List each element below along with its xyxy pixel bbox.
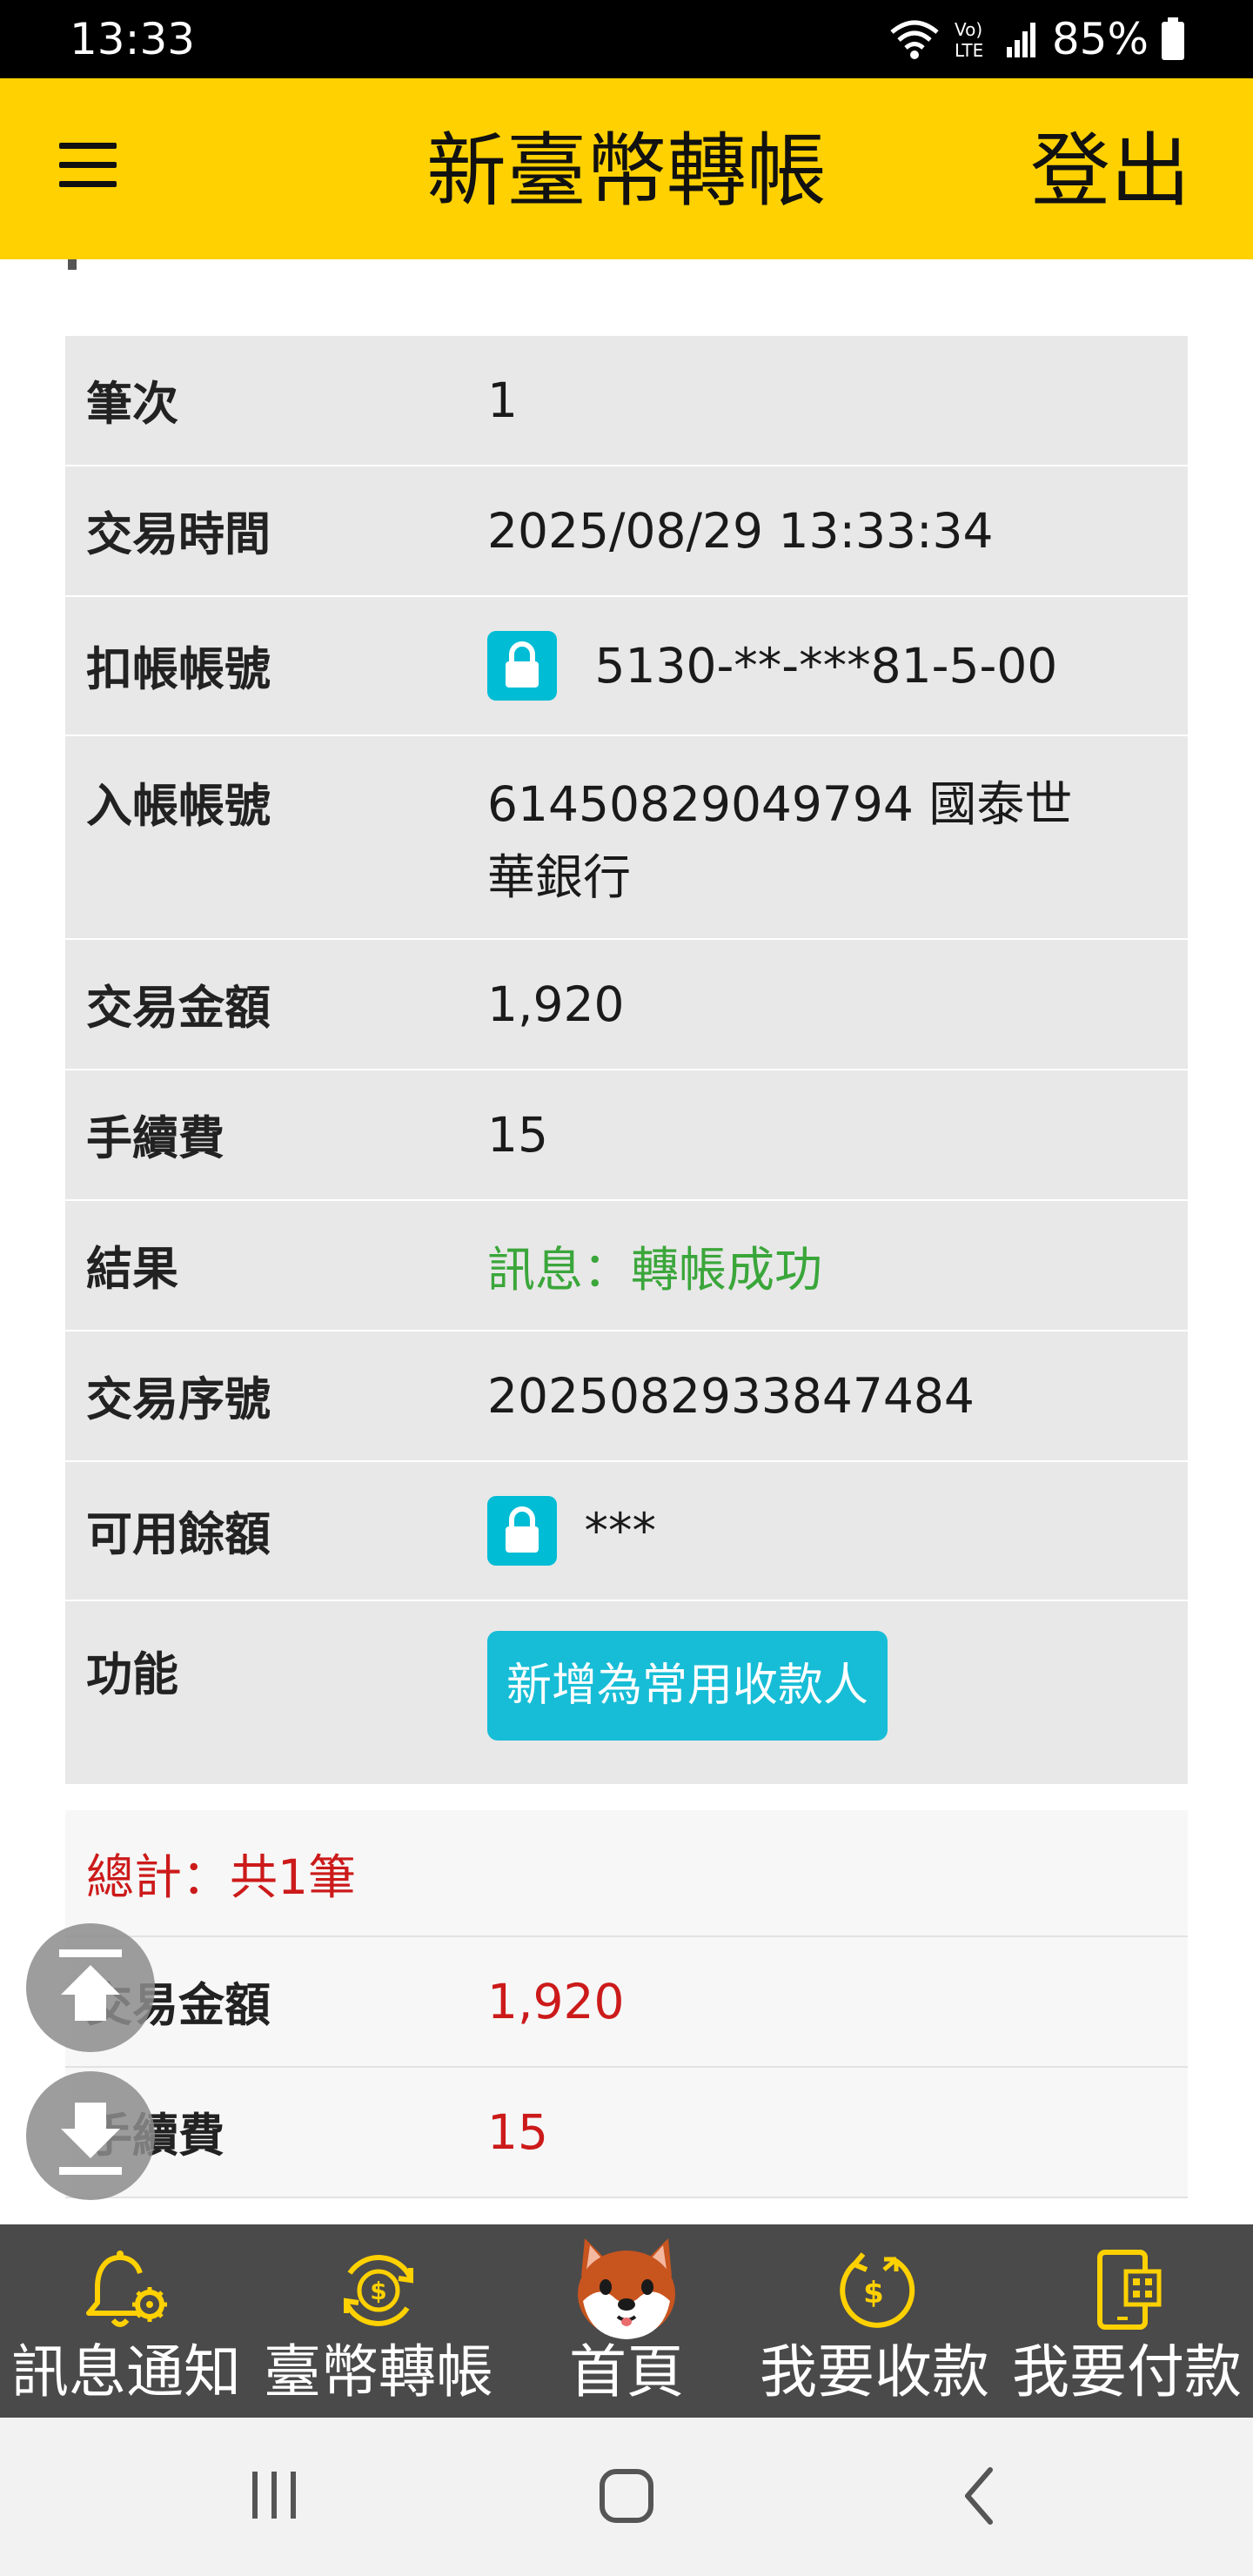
nav-item-twd-transfer[interactable]: $ 臺幣轉帳	[252, 2224, 505, 2418]
table-row: 入帳帳號 61450829049794 國泰世 華銀行	[65, 736, 1188, 940]
table-row: 交易金額 1,920	[65, 940, 1188, 1070]
nav-label: 我要收款	[760, 2338, 989, 2405]
row-value: 15	[487, 1107, 548, 1163]
coin-transfer-icon: $	[344, 2255, 413, 2326]
table-row: 手續費 15	[65, 2068, 1188, 2198]
row-label: 交易序號	[86, 1373, 271, 1426]
table-row: 手續費 15	[65, 1070, 1188, 1201]
add-frequent-payee-button[interactable]: 新增為常用收款人	[487, 1631, 888, 1741]
nav-label: 訊息通知	[11, 2338, 241, 2405]
nav-label: 我要付款	[1012, 2338, 1242, 2405]
lock-icon[interactable]	[487, 1496, 557, 1566]
back-chevron-icon	[965, 2467, 993, 2525]
nav-item-receive-money[interactable]: $ 我要收款	[748, 2224, 1001, 2418]
row-label: 交易時間	[86, 508, 271, 561]
row-value: 1,920	[487, 976, 625, 1032]
row-label: 扣帳帳號	[86, 643, 271, 696]
svg-text:$: $	[370, 2277, 386, 2305]
credit-account-line1: 61450829049794 國泰世	[487, 776, 1073, 832]
home-square-icon	[600, 2469, 653, 2523]
nav-item-home[interactable]: 首頁	[505, 2224, 748, 2418]
total-amount: 1,920	[487, 1974, 625, 2029]
receive-money-icon: $	[840, 2252, 915, 2328]
row-label: 功能	[86, 1648, 178, 1701]
nav-item-notifications[interactable]: 訊息通知	[0, 2224, 252, 2418]
row-value: 5130-**-***81-5-00	[487, 631, 1188, 701]
battery-percent: 85%	[1051, 14, 1149, 64]
table-row: 結果 訊息：轉帳成功	[65, 1201, 1188, 1332]
credit-account-line2: 華銀行	[487, 849, 632, 905]
row-label: 手續費	[86, 1112, 224, 1165]
shiba-dog-icon	[578, 2238, 675, 2339]
table-row: 扣帳帳號 5130-**-***81-5-00	[65, 597, 1188, 736]
home-button[interactable]	[574, 2418, 679, 2576]
bottom-nav: 訊息通知 $ 臺幣轉帳 首頁 $ 我要收款 我要付款	[0, 2224, 1253, 2418]
wifi-icon	[890, 20, 939, 59]
row-value: 2025/08/29 13:33:34	[487, 503, 994, 559]
table-row: 可用餘額 ***	[65, 1462, 1188, 1601]
svg-text:$: $	[863, 2276, 884, 2311]
nav-label: 臺幣轉帳	[264, 2338, 493, 2405]
status-icons: Vo) LTE 85%	[888, 12, 1185, 66]
back-button[interactable]	[931, 2418, 1027, 2576]
nav-label: 首頁	[569, 2338, 684, 2405]
status-time: 13:33	[70, 14, 196, 64]
arrow-down-to-bottom-icon	[59, 2103, 122, 2175]
row-value: 新增為常用收款人	[487, 1601, 1188, 1741]
row-value: 1	[487, 372, 518, 428]
row-label: 入帳帳號	[86, 780, 271, 833]
bell-gear-icon	[86, 2251, 167, 2327]
total-fee: 15	[487, 2104, 548, 2160]
result-message: 訊息：轉帳成功	[487, 1242, 823, 1298]
logout-button[interactable]: 登出	[1030, 124, 1190, 219]
system-nav-bar	[0, 2418, 1253, 2576]
transaction-detail-table: 筆次 1 交易時間 2025/08/29 13:33:34 扣帳帳號 5130-…	[65, 336, 1188, 1784]
totals-table: 總計：共1筆 交易金額 1,920 手續費 15	[65, 1810, 1188, 2198]
app-header: 新臺幣轉帳 登出	[0, 78, 1253, 259]
table-row: 交易時間 2025/08/29 13:33:34	[65, 466, 1188, 597]
debit-account-number: 5130-**-***81-5-00	[594, 638, 1058, 694]
totals-heading: 總計：共1筆	[65, 1810, 1188, 1937]
recent-apps-icon	[252, 2472, 296, 2519]
table-row: 交易序號 2025082933847484	[65, 1332, 1188, 1462]
table-row: 功能 新增為常用收款人	[65, 1601, 1188, 1784]
table-row: 筆次 1	[65, 336, 1188, 466]
arrow-up-to-top-icon	[59, 1949, 122, 2021]
row-label: 可用餘額	[86, 1508, 271, 1561]
svg-text:Vo): Vo)	[955, 19, 982, 40]
scroll-to-top-button[interactable]	[26, 1923, 155, 2052]
nav-item-make-payment[interactable]: 我要付款	[1001, 2224, 1253, 2418]
lock-icon[interactable]	[487, 631, 557, 701]
row-label: 交易金額	[86, 982, 271, 1035]
available-balance: ***	[584, 1503, 656, 1559]
recent-apps-button[interactable]	[226, 2418, 322, 2576]
status-bar: 13:33 Vo) LTE 85%	[0, 0, 1253, 78]
scroll-indicator	[68, 259, 77, 270]
row-value: 61450829049794 國泰世 華銀行	[487, 736, 1188, 914]
svg-text:LTE: LTE	[955, 40, 983, 61]
phone-qr-pay-icon	[1097, 2250, 1162, 2330]
row-value: 2025082933847484	[487, 1368, 975, 1424]
row-value: ***	[487, 1496, 1188, 1566]
row-label: 筆次	[86, 378, 178, 431]
battery-icon	[1162, 17, 1184, 60]
table-row: 交易金額 1,920	[65, 1937, 1188, 2068]
volte-icon: Vo) LTE	[955, 19, 983, 61]
scroll-to-bottom-button[interactable]	[26, 2071, 155, 2200]
row-label: 結果	[86, 1243, 178, 1296]
cell-signal-icon	[1006, 23, 1035, 57]
